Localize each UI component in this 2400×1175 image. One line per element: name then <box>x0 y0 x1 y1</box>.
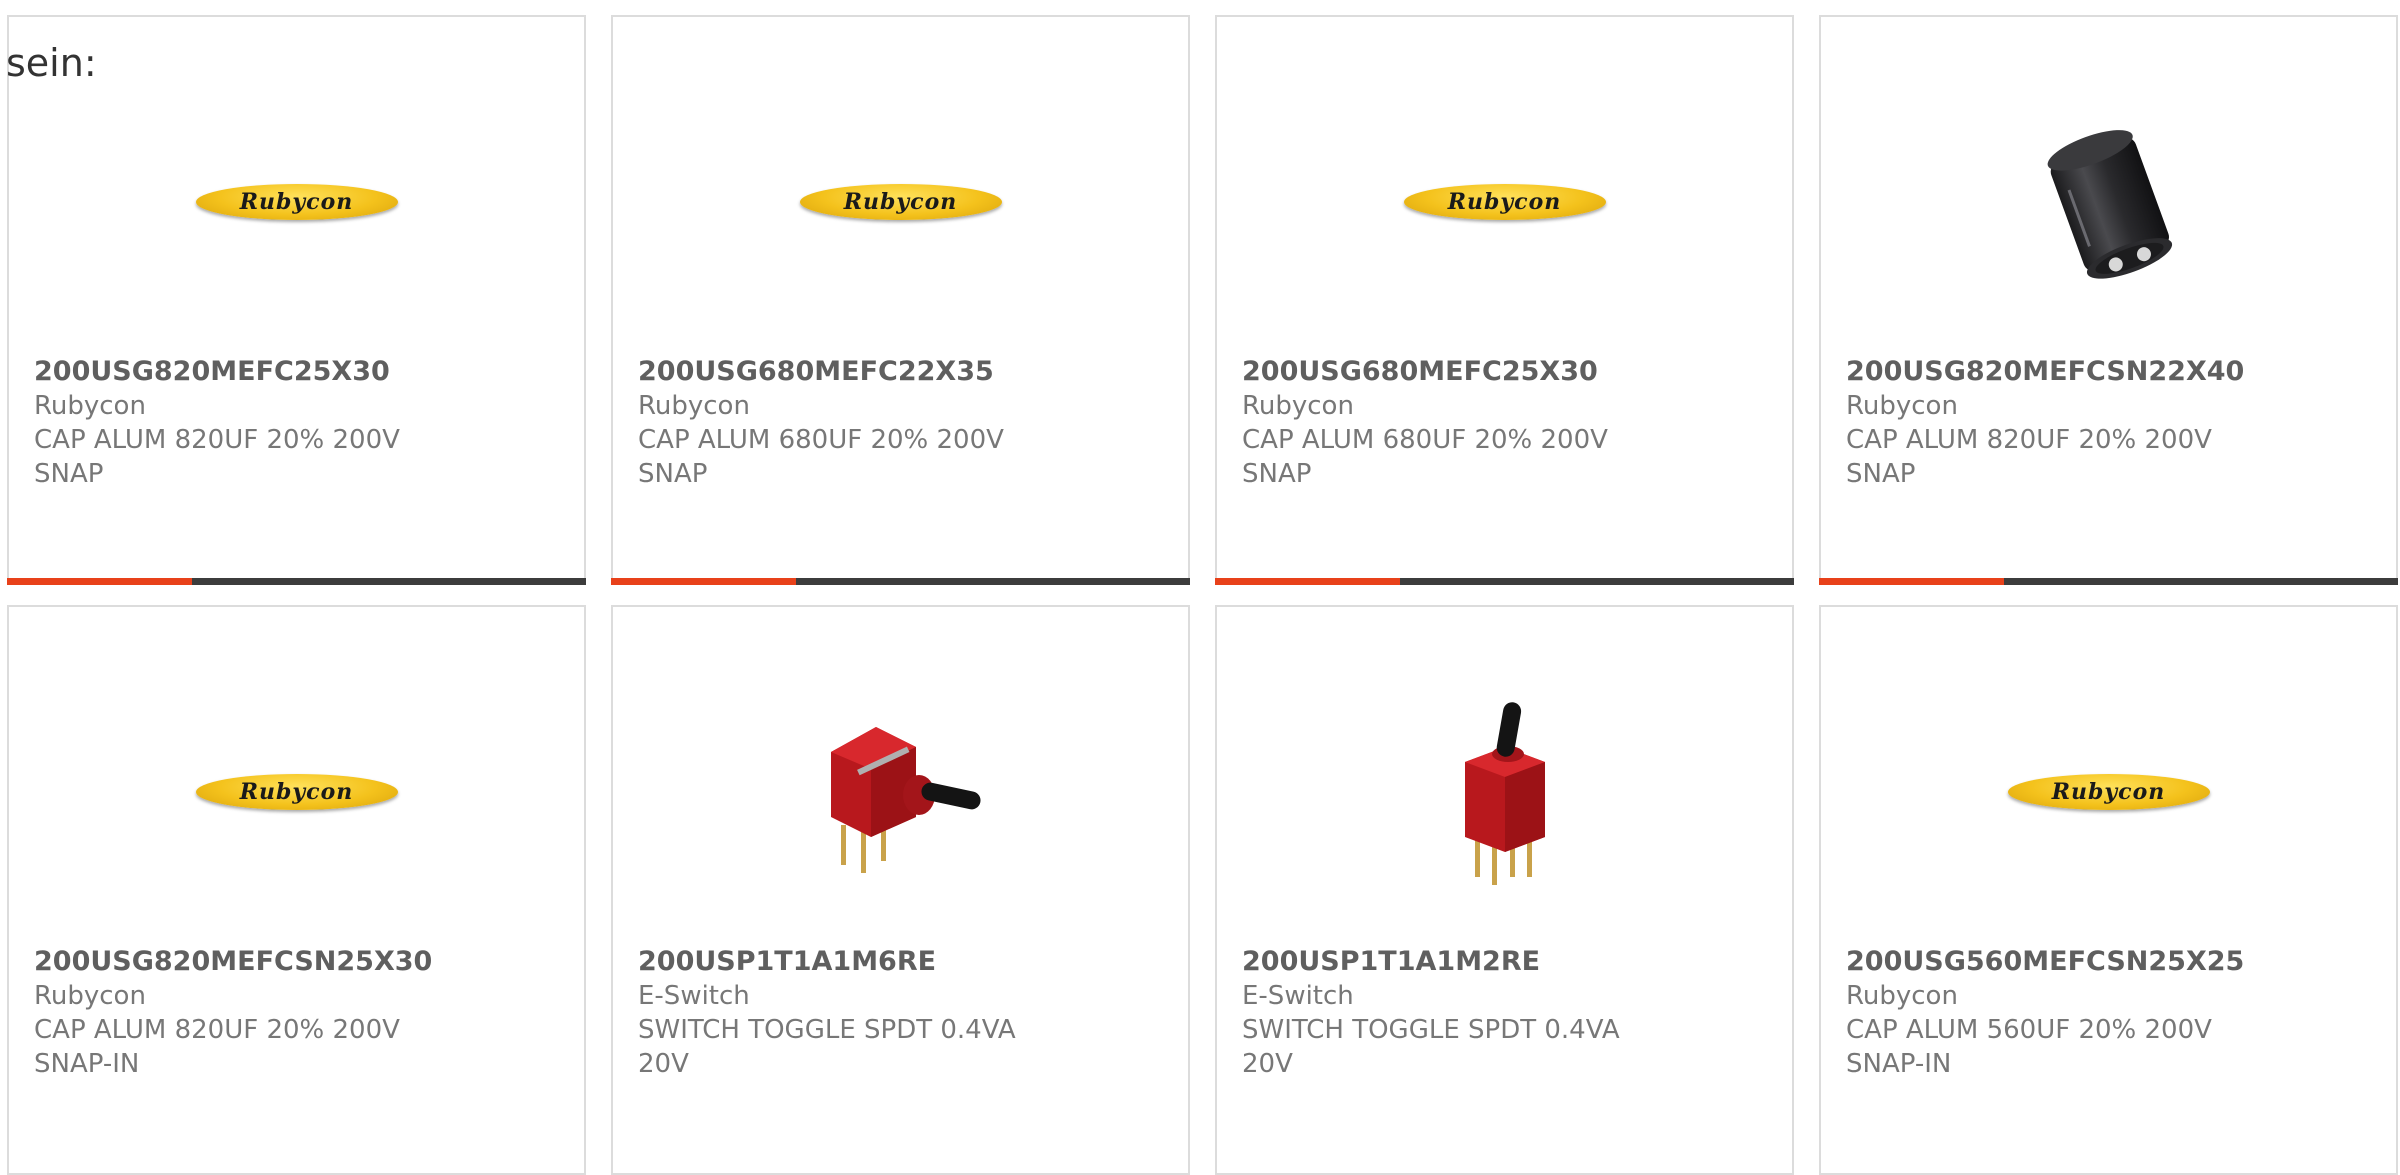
progress-fill <box>7 578 193 585</box>
progress-fill <box>1215 578 1401 585</box>
part-number-link[interactable]: 200USG680MEFC22X35 <box>638 355 1168 389</box>
part-number-link[interactable]: 200USP1T1A1M2RE <box>1242 945 1772 979</box>
product-description: SWITCH TOGGLE SPDT 0.4VA 20V <box>1242 1015 1620 1079</box>
progress-fill <box>1819 578 2005 585</box>
product-info: 200USG680MEFC22X35 Rubycon CAP ALUM 680U… <box>638 355 1168 491</box>
manufacturer: E-Switch <box>638 981 750 1011</box>
manufacturer: Rubycon <box>1846 391 1958 421</box>
manufacturer: E-Switch <box>1242 981 1354 1011</box>
product-image <box>1217 677 1792 907</box>
product-description: SWITCH TOGGLE SPDT 0.4VA 20V <box>638 1015 1016 1079</box>
part-number-link[interactable]: 200USP1T1A1M6RE <box>638 945 1168 979</box>
product-description: CAP ALUM 820UF 20% 200V SNAP <box>34 425 400 489</box>
manufacturer: Rubycon <box>1846 981 1958 1011</box>
product-card[interactable]: Rubycon 200USG820MEFC25X30 Rubycon CAP A… <box>7 15 586 585</box>
product-card[interactable]: 200USG820MEFCSN22X40 Rubycon CAP ALUM 82… <box>1819 15 2398 585</box>
product-grid: Rubycon 200USG820MEFC25X30 Rubycon CAP A… <box>7 15 2398 1175</box>
progress-bar <box>1819 578 2398 585</box>
product-info: 200USG680MEFC25X30 Rubycon CAP ALUM 680U… <box>1242 355 1772 491</box>
product-info: 200USG820MEFC25X30 Rubycon CAP ALUM 820U… <box>34 355 564 491</box>
toggle-switch-right-angle-photo <box>830 727 981 873</box>
rubycon-logo: Rubycon <box>1403 184 1606 220</box>
product-info: 200USP1T1A1M6RE E-Switch SWITCH TOGGLE S… <box>638 945 1168 1081</box>
product-card[interactable]: Rubycon 200USG680MEFC22X35 Rubycon CAP A… <box>611 15 1190 585</box>
part-number-link[interactable]: 200USG820MEFCSN22X40 <box>1846 355 2376 389</box>
part-number-link[interactable]: 200USG820MEFCSN25X30 <box>34 945 564 979</box>
product-image <box>1821 87 2396 317</box>
progress-bar <box>7 578 586 585</box>
manufacturer: Rubycon <box>638 391 750 421</box>
product-card[interactable]: 200USP1T1A1M6RE E-Switch SWITCH TOGGLE S… <box>611 605 1190 1175</box>
rubycon-logo: Rubycon <box>2007 774 2210 810</box>
rubycon-logo: Rubycon <box>195 184 398 220</box>
product-image <box>613 677 1188 907</box>
product-image: Rubycon <box>1217 87 1792 317</box>
product-image: Rubycon <box>9 87 584 317</box>
manufacturer: Rubycon <box>34 981 146 1011</box>
product-card[interactable]: 200USP1T1A1M2RE E-Switch SWITCH TOGGLE S… <box>1215 605 1794 1175</box>
progress-fill <box>611 578 797 585</box>
manufacturer: Rubycon <box>34 391 146 421</box>
progress-bar <box>611 578 1190 585</box>
product-description: CAP ALUM 680UF 20% 200V SNAP <box>638 425 1004 489</box>
product-info: 200USG560MEFCSN25X25 Rubycon CAP ALUM 56… <box>1846 945 2376 1081</box>
product-description: CAP ALUM 820UF 20% 200V SNAP <box>1846 425 2212 489</box>
product-image: Rubycon <box>9 677 584 907</box>
progress-bar <box>1215 578 1794 585</box>
toggle-switch-vertical-photo <box>1464 702 1545 885</box>
product-info: 200USG820MEFCSN22X40 Rubycon CAP ALUM 82… <box>1846 355 2376 491</box>
product-info: 200USP1T1A1M2RE E-Switch SWITCH TOGGLE S… <box>1242 945 1772 1081</box>
product-card[interactable]: Rubycon 200USG560MEFCSN25X25 Rubycon CAP… <box>1819 605 2398 1175</box>
product-image: Rubycon <box>613 87 1188 317</box>
part-number-link[interactable]: 200USG560MEFCSN25X25 <box>1846 945 2376 979</box>
intro-text: sein: <box>6 41 97 85</box>
product-card[interactable]: Rubycon 200USG680MEFC25X30 Rubycon CAP A… <box>1215 15 1794 585</box>
product-card[interactable]: Rubycon 200USG820MEFCSN25X30 Rubycon CAP… <box>7 605 586 1175</box>
rubycon-logo: Rubycon <box>195 774 398 810</box>
manufacturer: Rubycon <box>1242 391 1354 421</box>
rubycon-logo: Rubycon <box>799 184 1002 220</box>
product-description: CAP ALUM 560UF 20% 200V SNAP-IN <box>1846 1015 2212 1079</box>
product-description: CAP ALUM 680UF 20% 200V SNAP <box>1242 425 1608 489</box>
part-number-link[interactable]: 200USG680MEFC25X30 <box>1242 355 1772 389</box>
product-image: Rubycon <box>1821 677 2396 907</box>
part-number-link[interactable]: 200USG820MEFC25X30 <box>34 355 564 389</box>
product-info: 200USG820MEFCSN25X30 Rubycon CAP ALUM 82… <box>34 945 564 1081</box>
product-description: CAP ALUM 820UF 20% 200V SNAP-IN <box>34 1015 400 1079</box>
capacitor-photo <box>2047 130 2172 279</box>
